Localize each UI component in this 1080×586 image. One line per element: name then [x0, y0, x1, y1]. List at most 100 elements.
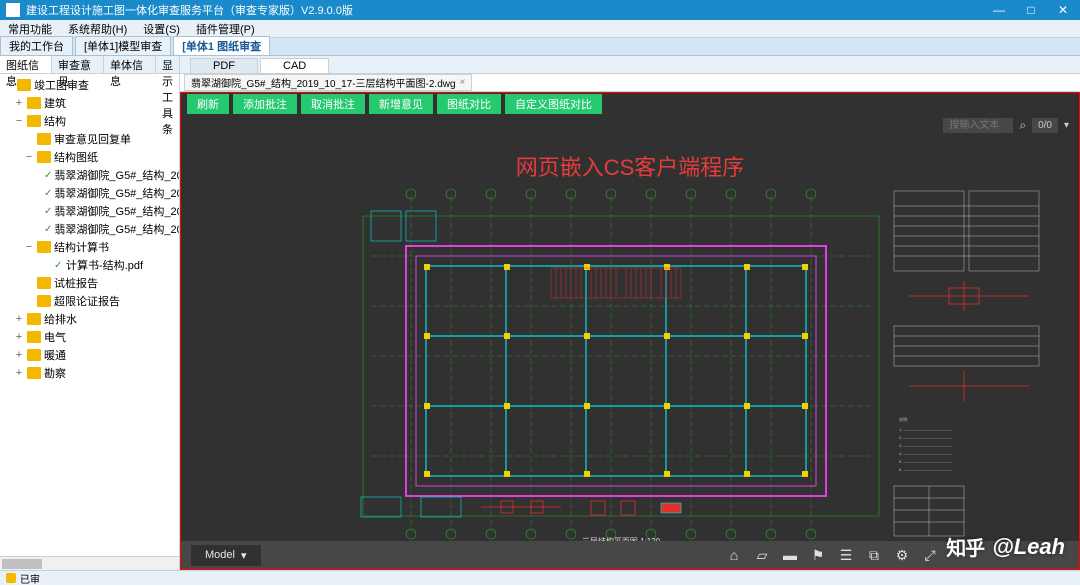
tree-node[interactable]: + 给排水	[0, 310, 179, 328]
layers-icon[interactable]: ☰	[837, 546, 855, 564]
tab-model-review[interactable]: [单体1]模型审查	[75, 36, 171, 55]
file-tab[interactable]: 翡翠湖御院_G5#_结构_2019_10_17-三层结构平面图-2.dwg ×	[184, 74, 472, 91]
expand-icon[interactable]: ⤢	[921, 546, 939, 564]
expand-toggle[interactable]: −	[24, 241, 34, 253]
tree-node-label: 结构图纸	[54, 149, 98, 165]
horizontal-scrollbar[interactable]	[0, 556, 179, 570]
folder-icon	[27, 97, 41, 109]
tree-node-label: 超限论证报告	[54, 293, 120, 309]
close-icon[interactable]: ×	[460, 77, 466, 88]
folder-icon	[27, 115, 41, 127]
tab-drawing-review[interactable]: [单体1 图纸审查	[173, 36, 270, 55]
chevron-down-icon[interactable]: ▾	[1064, 120, 1069, 131]
svg-text:3. ————————————: 3. ————————————	[899, 443, 951, 448]
tree-node[interactable]: −结构	[0, 112, 179, 130]
title-block: 说明: 1. ———————————— 2. ———————————— 3. —…	[889, 186, 1049, 546]
folder-icon	[37, 295, 51, 307]
close-button[interactable]: ✕	[1056, 3, 1070, 17]
tree-node[interactable]: +建筑	[0, 94, 179, 112]
home-icon[interactable]: ⌂	[725, 546, 743, 564]
app-title: 建设工程设计施工图一体化审查服务平台（审查专家版）V2.9.0.0版	[26, 2, 353, 18]
tree-node[interactable]: ✓翡翠湖御院_G5#_结构_2019_10_17-	[0, 202, 179, 220]
copy-icon[interactable]: ⧉	[865, 546, 883, 564]
tree-node[interactable]: − 结构图纸	[0, 148, 179, 166]
tree-node-label: 翡翠湖御院_G5#_结构_2019_10_1	[54, 221, 179, 237]
tab-workbench[interactable]: 我的工作台	[0, 36, 73, 55]
menu-help[interactable]: 系统帮助(H)	[60, 21, 135, 37]
right-panel: PDF CAD 翡翠湖御院_G5#_结构_2019_10_17-三层结构平面图-…	[180, 56, 1080, 570]
tree-view[interactable]: − 竣工图审查 +建筑−结构审查意见回复单−结构图纸✓翡翠湖御院_G5#_结构_…	[0, 74, 179, 556]
left-tab-toolbar-toggle[interactable]: 显示工具条	[156, 56, 179, 73]
expand-toggle[interactable]: −	[24, 151, 34, 163]
view-tab-pdf[interactable]: PDF	[190, 58, 258, 73]
svg-text:4. ————————————: 4. ————————————	[899, 451, 951, 456]
model-tab[interactable]: Model ▾	[191, 545, 261, 566]
search-icon[interactable]: ⌕	[1019, 118, 1026, 133]
tree-node[interactable]: ✓翡翠湖御院_G5#_结构_2019_10_1	[0, 220, 179, 238]
folder-icon	[37, 277, 51, 289]
expand-toggle[interactable]: +	[14, 349, 24, 361]
expand-toggle[interactable]: +	[14, 97, 24, 109]
left-tab-unit-info[interactable]: 单体信息	[104, 56, 156, 73]
callout-icon[interactable]: ⚑	[809, 546, 827, 564]
left-tab-review-comments[interactable]: 审查意见	[52, 56, 104, 73]
menu-common[interactable]: 常用功能	[0, 21, 60, 37]
compare-drawing-button[interactable]: 图纸对比	[437, 94, 501, 114]
minimize-button[interactable]: —	[992, 3, 1006, 17]
tree-root[interactable]: − 竣工图审查	[0, 76, 179, 94]
folder-icon	[27, 331, 41, 343]
cancel-annotation-button[interactable]: 取消批注	[301, 94, 365, 114]
expand-toggle[interactable]: +	[14, 331, 24, 343]
search-input[interactable]	[943, 118, 1013, 133]
tree-node[interactable]: +暖通	[0, 346, 179, 364]
tree-node-label: 翡翠湖御院_G5#_结构_2019_10_17-	[54, 203, 179, 219]
tree-node[interactable]: ✓翡翠湖御院_G5#_结构_2019_10_17-2	[0, 166, 179, 184]
scroll-thumb[interactable]	[2, 559, 42, 569]
tree-node[interactable]: −结构计算书	[0, 238, 179, 256]
tree-node[interactable]: +勘察	[0, 364, 179, 382]
view-tab-cad[interactable]: CAD	[260, 58, 329, 73]
add-annotation-button[interactable]: 添加批注	[233, 94, 297, 114]
svg-text:1. ————————————: 1. ————————————	[899, 427, 951, 432]
view-icon[interactable]: ▱	[753, 546, 771, 564]
document-tabs: 我的工作台 [单体1]模型审查 [单体1 图纸审查	[0, 38, 1080, 56]
expand-toggle[interactable]: −	[14, 115, 24, 127]
folder-icon	[17, 79, 31, 91]
folder-icon	[27, 367, 41, 379]
tree-node[interactable]: 超限论证报告	[0, 292, 179, 310]
cad-canvas[interactable]: 网页嵌入CS客户端程序	[180, 136, 1080, 570]
folder-icon	[37, 133, 51, 145]
tree-node[interactable]: +电气	[0, 328, 179, 346]
folder-icon	[37, 241, 51, 253]
tree-node[interactable]: ✓计算书-结构.pdf	[0, 256, 179, 274]
detail-sections	[351, 489, 891, 529]
tree-node-label: 翡翠湖御院_G5#_结构_2019_10_17-2	[54, 167, 179, 183]
search-count: 0/0	[1032, 118, 1058, 133]
cad-search-bar: ⌕ 0/0 ▾	[180, 114, 1080, 136]
check-icon: ✓	[44, 224, 52, 234]
menu-settings[interactable]: 设置(S)	[135, 21, 188, 37]
check-icon: ✓	[44, 188, 52, 198]
new-comment-button[interactable]: 新增意见	[369, 94, 433, 114]
tree-node[interactable]: ✓翡翠湖御院_G5#_结构_2019_10_1	[0, 184, 179, 202]
left-tab-drawing-info[interactable]: 图纸信息	[0, 56, 52, 73]
svg-text:说明:: 说明:	[899, 416, 908, 422]
expand-toggle[interactable]: +	[14, 313, 24, 325]
ruler-icon[interactable]: ▬	[781, 546, 799, 564]
check-icon: ✓	[44, 206, 52, 216]
tree-node[interactable]: 试桩报告	[0, 274, 179, 292]
maximize-button[interactable]: □	[1024, 3, 1038, 17]
app-icon	[6, 3, 20, 17]
custom-compare-button[interactable]: 自定义图纸对比	[505, 94, 602, 114]
folder-icon	[37, 151, 51, 163]
tree-node[interactable]: 审查意见回复单	[0, 130, 179, 148]
refresh-button[interactable]: 刷新	[187, 94, 229, 114]
check-icon: ✓	[54, 260, 64, 270]
menu-plugins[interactable]: 插件管理(P)	[188, 21, 263, 37]
watermark: 知乎 @Leah	[946, 532, 1065, 561]
expand-toggle[interactable]: +	[14, 367, 24, 379]
cad-toolbar: 刷新 添加批注 取消批注 新增意见 图纸对比 自定义图纸对比	[180, 92, 1080, 114]
status-icon	[6, 573, 16, 583]
tree-node-label: 给排水	[44, 311, 77, 327]
gear-icon[interactable]: ⚙	[893, 546, 911, 564]
